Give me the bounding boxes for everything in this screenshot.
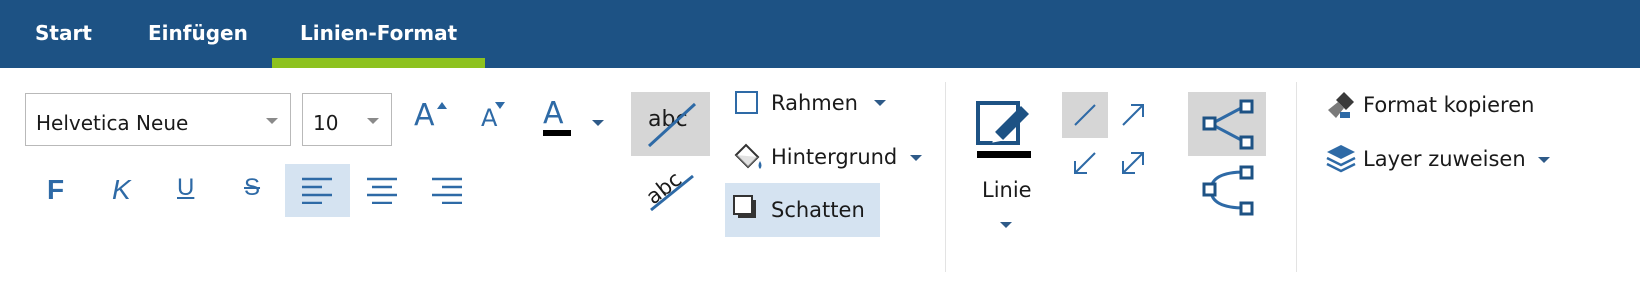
separator xyxy=(1296,82,1297,272)
text-color-swatch xyxy=(543,130,571,136)
hintergrund-button[interactable]: Hintergrund xyxy=(726,138,926,178)
arrow-both-icon xyxy=(1122,152,1144,174)
grow-font-button[interactable]: A xyxy=(408,96,448,136)
rahmen-caret-icon xyxy=(874,100,886,106)
ribbon-tab-bar: Start Einfügen Linien-Format xyxy=(0,0,1640,68)
connector-curved-button[interactable] xyxy=(1188,160,1266,220)
schatten-toggle[interactable]: Schatten xyxy=(725,183,880,237)
schatten-label: Schatten xyxy=(771,198,865,222)
strikethrough-icon: S xyxy=(244,174,261,201)
font-family-value: Helvetica Neue xyxy=(36,111,189,135)
font-size-select[interactable]: 10 xyxy=(302,93,392,146)
arrow-end-icon xyxy=(1122,104,1144,126)
linie-button[interactable]: Linie xyxy=(965,94,1047,236)
underline-icon: U xyxy=(177,174,195,201)
line-text-over-icon xyxy=(647,102,697,148)
font-size-caret-icon xyxy=(367,118,379,124)
line-text-along-button[interactable]: abc xyxy=(631,162,710,212)
align-center-button[interactable] xyxy=(350,164,415,217)
hintergrund-label: Hintergrund xyxy=(771,145,898,169)
line-end-arrow-button[interactable] xyxy=(1110,92,1156,138)
line-text-over-button[interactable]: abc xyxy=(631,92,710,156)
arrow-start-icon xyxy=(1074,152,1096,174)
italic-button[interactable]: K xyxy=(100,168,144,212)
layer-zuweisen-label: Layer zuweisen xyxy=(1363,147,1526,171)
schatten-icon xyxy=(733,195,753,215)
font-family-select[interactable]: Helvetica Neue xyxy=(25,93,291,146)
line-no-arrow-button[interactable] xyxy=(1062,92,1108,138)
align-center-icon xyxy=(367,177,397,204)
paint-bucket-icon xyxy=(734,143,762,169)
line-text-along-icon xyxy=(650,174,694,212)
linie-color-swatch xyxy=(977,151,1031,158)
layers-icon xyxy=(1326,145,1356,173)
align-right-icon xyxy=(432,177,462,204)
rahmen-button[interactable]: Rahmen xyxy=(726,86,896,122)
linie-label: Linie xyxy=(982,178,1032,202)
connector-straight-icon xyxy=(1202,99,1254,150)
linie-caret-icon xyxy=(1000,222,1012,228)
tab-einfuegen[interactable]: Einfügen xyxy=(148,0,248,68)
line-both-arrows-button[interactable] xyxy=(1110,140,1156,186)
separator xyxy=(945,82,946,272)
underline-button[interactable]: U xyxy=(165,168,209,212)
rahmen-label: Rahmen xyxy=(771,91,858,115)
bold-button[interactable]: F xyxy=(35,168,79,212)
text-color-caret-icon xyxy=(592,120,604,126)
shrink-font-button[interactable]: A xyxy=(475,96,515,136)
ribbon-panel: Helvetica Neue 10 A A A F K U S abc abc … xyxy=(0,68,1640,286)
hintergrund-caret-icon xyxy=(910,155,922,161)
strikethrough-button[interactable]: S xyxy=(232,168,276,212)
align-right-button[interactable] xyxy=(415,164,480,217)
line-start-arrow-button[interactable] xyxy=(1062,140,1108,186)
connector-curved-icon xyxy=(1202,165,1254,216)
align-left-icon xyxy=(302,177,332,204)
text-color-icon: A xyxy=(543,96,564,131)
rahmen-icon xyxy=(735,91,758,114)
font-family-caret-icon xyxy=(266,118,278,124)
italic-icon: K xyxy=(112,174,131,205)
format-kopieren-label: Format kopieren xyxy=(1363,93,1535,117)
line-no-arrow-icon xyxy=(1074,104,1096,126)
format-kopieren-button[interactable]: Format kopieren xyxy=(1320,86,1540,126)
grow-arrow-icon xyxy=(437,102,447,109)
align-left-button[interactable] xyxy=(285,164,350,217)
format-painter-icon xyxy=(1328,92,1354,118)
font-size-value: 10 xyxy=(313,111,339,135)
layer-zuweisen-button[interactable]: Layer zuweisen xyxy=(1320,140,1556,180)
layer-zuweisen-caret-icon xyxy=(1538,157,1550,163)
shrink-arrow-icon xyxy=(495,102,505,109)
line-pen-icon xyxy=(976,101,1029,145)
text-color-button[interactable]: A xyxy=(540,94,610,140)
grow-font-icon: A xyxy=(414,98,435,133)
bold-icon: F xyxy=(47,174,65,205)
connector-straight-button[interactable] xyxy=(1188,92,1266,156)
tab-start[interactable]: Start xyxy=(35,0,92,68)
tab-linien-format[interactable]: Linien-Format xyxy=(271,0,486,68)
